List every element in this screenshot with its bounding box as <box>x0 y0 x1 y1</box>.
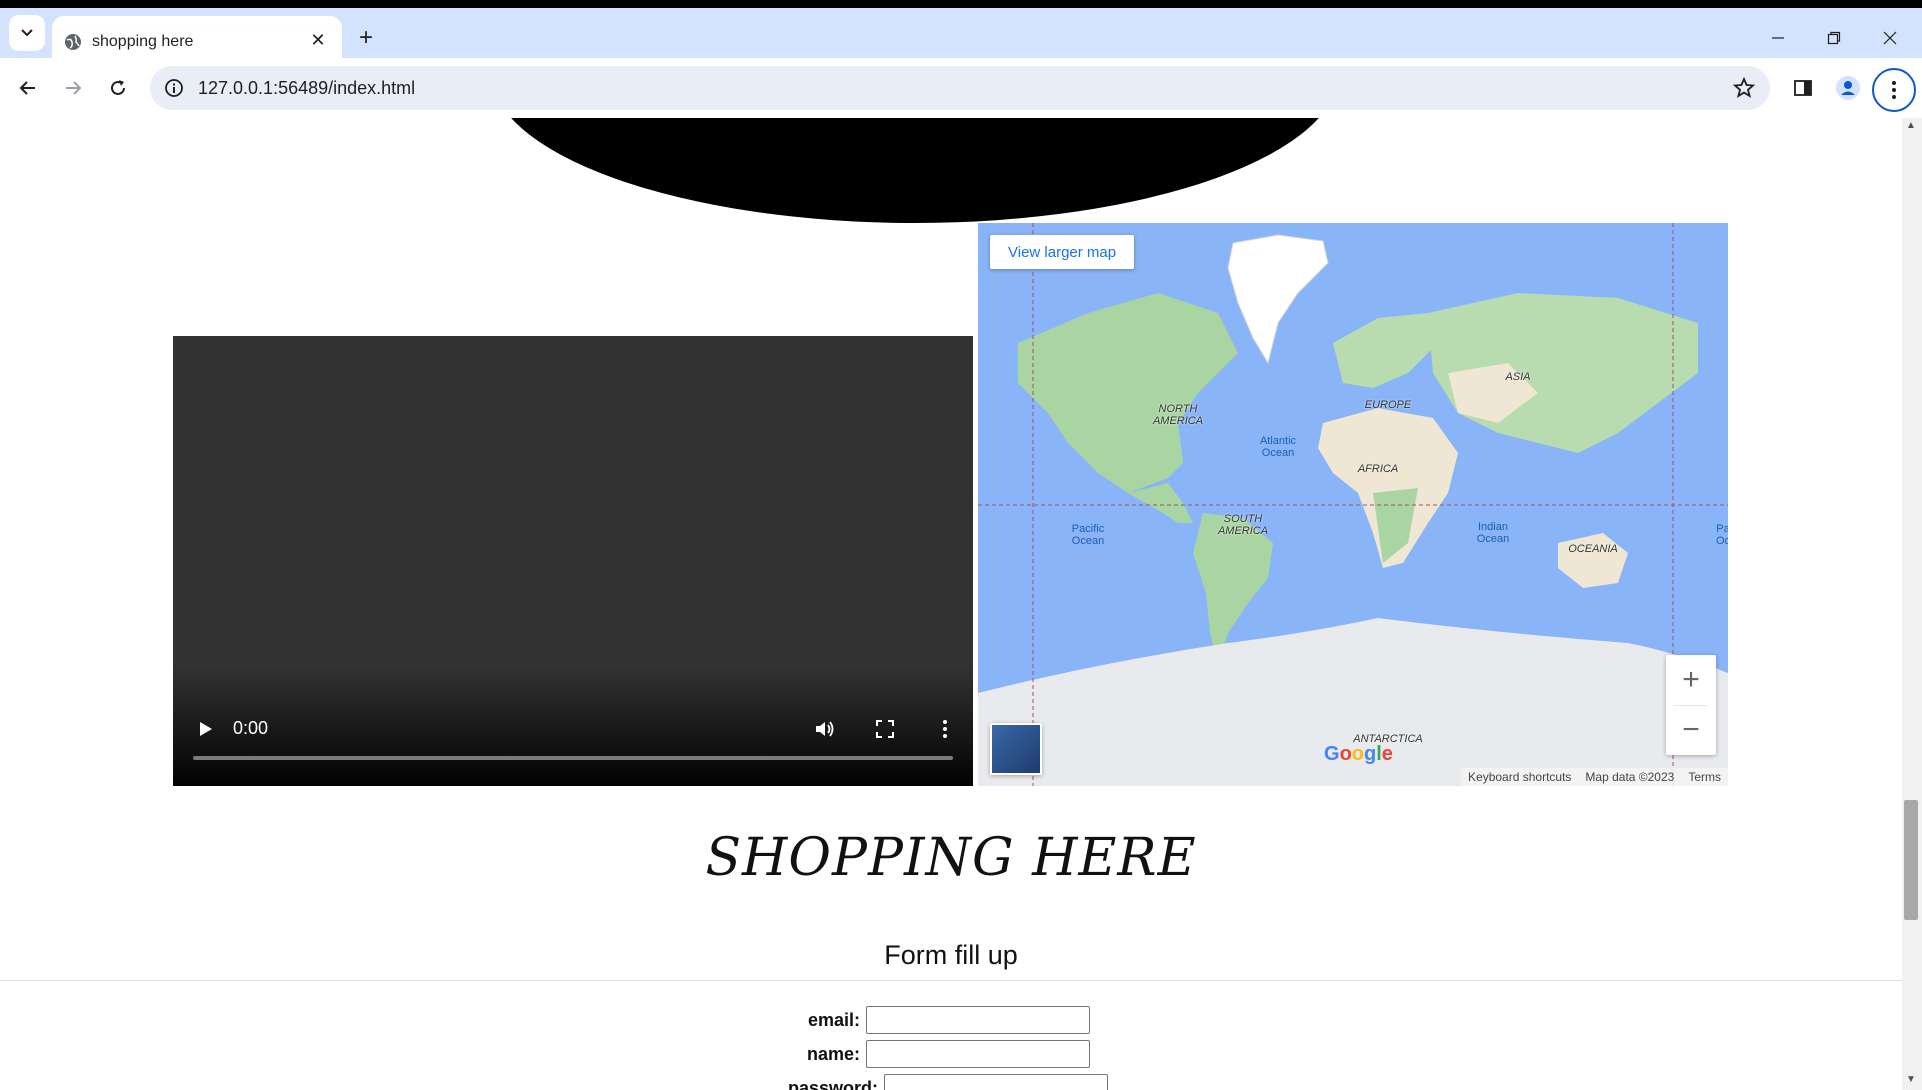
embedded-map[interactable]: NORTH AMERICA SOUTH AMERICA EUROPE AFRIC… <box>978 223 1728 786</box>
label-asia: ASIA <box>1505 371 1531 383</box>
profile-icon[interactable] <box>1830 70 1866 106</box>
minimize-icon[interactable] <box>1750 24 1806 52</box>
zoom-out-button[interactable]: − <box>1666 705 1716 755</box>
name-label: name: <box>806 1043 860 1064</box>
volume-icon[interactable] <box>813 717 837 741</box>
vertical-scrollbar[interactable] <box>1902 118 1922 1090</box>
address-bar[interactable]: 127.0.0.1:56489/index.html <box>150 66 1770 110</box>
restore-icon[interactable] <box>1806 24 1862 52</box>
globe-icon <box>65 34 81 50</box>
view-larger-map-button[interactable]: View larger map <box>990 235 1135 269</box>
label-south-america: SOUTH AMERICA <box>1217 513 1269 537</box>
forward-icon[interactable] <box>55 70 91 106</box>
world-map-graphic <box>978 223 1728 786</box>
label-pacific-ocean-right: Pa Oc <box>1715 523 1728 547</box>
play-icon[interactable] <box>195 719 215 739</box>
label-north-america: NORTH AMERICA <box>1152 403 1204 427</box>
tab-search-button[interactable] <box>9 15 45 51</box>
email-row: email: <box>740 1006 1090 1034</box>
keyboard-shortcuts-link[interactable]: Keyboard shortcuts <box>1461 770 1578 784</box>
reload-icon[interactable] <box>100 70 136 106</box>
page-title: SHOPPING HERE <box>705 828 1197 888</box>
scroll-up-arrow-icon[interactable]: ▲ <box>1906 120 1916 131</box>
tab-title: shopping here <box>92 33 194 50</box>
satellite-toggle-thumbnail[interactable] <box>990 723 1042 775</box>
label-atlantic-ocean: Atlantic Ocean <box>1259 435 1297 459</box>
fullscreen-icon[interactable] <box>873 717 897 741</box>
password-label: password: <box>787 1077 878 1090</box>
back-icon[interactable] <box>10 70 46 106</box>
chevron-down-icon <box>21 29 33 37</box>
more-options-icon[interactable] <box>933 717 957 741</box>
zoom-in-button[interactable]: + <box>1666 655 1716 705</box>
side-panel-icon[interactable] <box>1785 70 1821 106</box>
name-field[interactable] <box>866 1040 1090 1068</box>
email-field[interactable] <box>866 1006 1090 1034</box>
email-label: email: <box>807 1009 860 1030</box>
browser-window: shopping here ✕ + 127.0.0.1:56489/index.… <box>0 0 1922 1090</box>
label-pacific-ocean: Pacific Ocean <box>1071 523 1105 547</box>
form-heading: Form fill up <box>884 940 1018 970</box>
map-data-text: Map data ©2023 <box>1585 770 1675 784</box>
map-footer: Keyboard shortcuts Map data ©2023 Terms <box>1461 768 1728 786</box>
tab-close-icon[interactable]: ✕ <box>306 28 330 52</box>
terms-link[interactable]: Terms <box>1681 770 1728 784</box>
video-time: 0:00 <box>233 718 269 738</box>
google-logo: Google <box>1324 743 1393 765</box>
divider <box>0 980 1902 981</box>
toolbar: 127.0.0.1:56489/index.html <box>0 58 1922 119</box>
close-window-icon[interactable] <box>1862 24 1918 52</box>
window-top-edge <box>0 0 1922 8</box>
title-bar: shopping here ✕ + <box>0 8 1922 66</box>
scrollbar-thumb[interactable] <box>1904 800 1918 920</box>
label-africa: AFRICA <box>1357 463 1399 475</box>
label-indian-ocean: Indian Ocean <box>1476 521 1510 545</box>
label-europe: EUROPE <box>1364 399 1412 411</box>
name-row: name: <box>740 1040 1090 1068</box>
password-row: password: <box>758 1074 1108 1090</box>
password-field[interactable] <box>884 1074 1108 1090</box>
url-text: 127.0.0.1:56489/index.html <box>198 78 416 98</box>
scroll-down-arrow-icon[interactable]: ▼ <box>1906 1074 1916 1085</box>
menu-kebab-icon[interactable] <box>1872 68 1916 112</box>
bookmark-star-icon[interactable] <box>1732 76 1756 100</box>
info-icon[interactable] <box>164 78 184 98</box>
black-ellipse-graphic <box>490 118 1340 223</box>
video-player[interactable]: 0:00 <box>173 336 973 786</box>
new-tab-icon[interactable]: + <box>352 24 380 52</box>
video-progress-bar[interactable] <box>193 756 953 760</box>
page-viewport: 0:00 NORTH AMERICA SOUTH AMERICA EUROPE … <box>0 118 1902 1090</box>
label-oceania: OCEANIA <box>1568 543 1618 555</box>
map-zoom-control: + − <box>1666 655 1716 755</box>
